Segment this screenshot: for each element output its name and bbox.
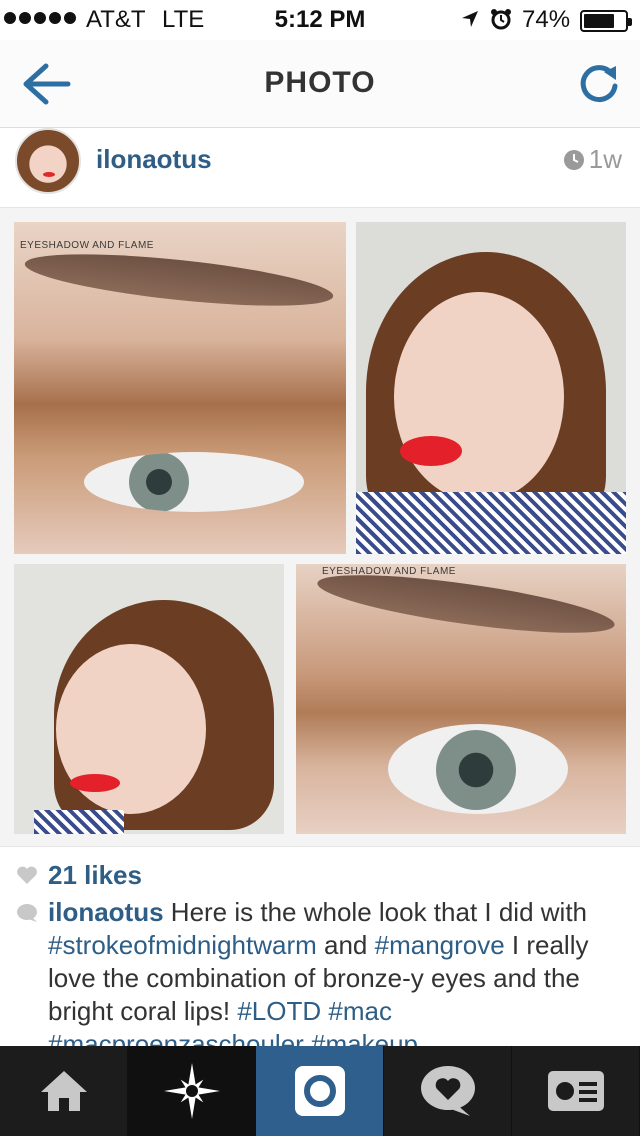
caption-username[interactable]: ilonaotus [48,897,164,927]
photo-tile-face [356,222,626,554]
avatar[interactable] [15,128,81,194]
alarm-clock-icon [491,9,511,30]
home-icon [40,1071,87,1111]
post-username[interactable]: ilonaotus [96,144,212,175]
heart-icon [17,866,37,884]
tab-activity[interactable] [384,1046,512,1136]
brow [314,564,618,645]
post-caption: ilonaotus Here is the whole look that I … [16,896,628,1061]
battery-percent: 74% [522,6,571,33]
photo-tile-profile [14,564,284,834]
camera-icon [294,1066,345,1116]
profile-card-icon [547,1071,604,1111]
refresh-icon [580,65,618,103]
post-header: ilonaotus 1w [0,128,640,206]
eye [84,452,304,512]
refresh-button[interactable] [574,60,624,108]
explore-star-icon [163,1063,220,1119]
post-photo[interactable]: EYESHADOW AND FLAME EYESHADOW AND FLAME [0,207,640,847]
hashtag-link[interactable]: #mangrove [375,930,505,960]
post-age: 1w [588,144,622,174]
caption-segment: Here is the whole look that I did with [163,897,588,927]
caption-segment: and [316,930,375,960]
heart-bubble-icon [420,1066,475,1116]
tab-home[interactable] [0,1046,128,1136]
tab-bar [0,1046,640,1136]
likes-row[interactable]: 21 likes [16,858,142,892]
watermark-text: EYESHADOW AND FLAME [20,240,154,251]
status-bar: AT&T LTE 5:12 PM 74% [0,0,640,40]
photo-tile-eye-open: EYESHADOW AND FLAME [296,564,626,834]
hashtag-link[interactable]: #LOTD [237,996,321,1026]
hashtag-link[interactable]: #mac [328,996,392,1026]
tab-profile[interactable] [512,1046,640,1136]
battery-icon [580,10,632,32]
brow [22,243,336,317]
likes-count[interactable]: 21 likes [48,860,142,891]
page-title: PHOTO [264,66,376,99]
comment-bubble-icon [17,904,37,922]
caption-text: ilonaotus Here is the whole look that I … [16,896,628,1061]
hashtag-link[interactable]: #strokeofmidnightwarm [48,930,317,960]
eye [388,724,568,814]
navigation-bar: PHOTO [0,40,640,128]
clock-icon [563,149,584,170]
post-timestamp: 1w [563,144,622,175]
tab-camera[interactable] [256,1046,384,1136]
photo-tile-eye-closeup: EYESHADOW AND FLAME [14,222,346,554]
location-arrow-icon [462,11,478,27]
tab-explore[interactable] [128,1046,256,1136]
